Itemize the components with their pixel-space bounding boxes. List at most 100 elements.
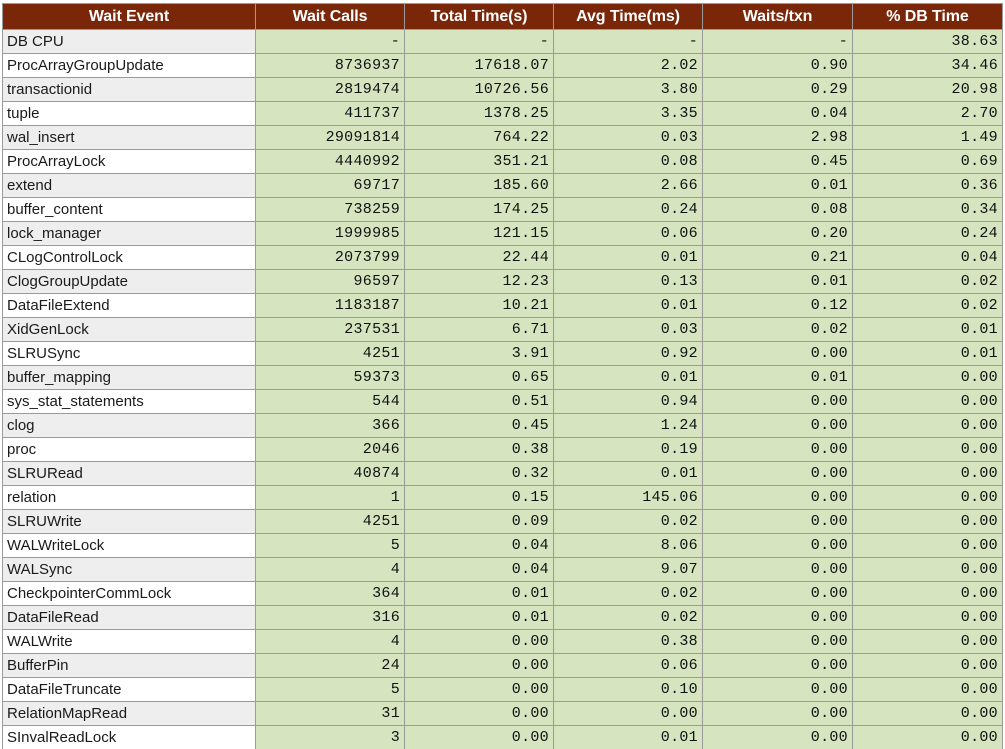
cell-wait-event: XidGenLock — [2, 317, 256, 342]
cell-avg: 0.02 — [553, 581, 703, 606]
cell-wait-event: DataFileRead — [2, 605, 256, 630]
table-row: RelationMapRead 31 0.00 0.00 0.00 0.00 — [2, 701, 1003, 726]
cell-avg: 0.00 — [553, 701, 703, 726]
cell-avg: 0.01 — [553, 245, 703, 270]
table-body: DB CPU - - - -38.63 ProcArrayGroupUpdate 87369… — [2, 29, 1003, 749]
column-header-avg[interactable]: Avg Time(ms) — [553, 3, 703, 30]
table-row: clog 366 0.45 1.24 0.00 0.00 — [2, 413, 1003, 438]
cell-calls: 4 — [255, 629, 405, 654]
table-row: transactionid 2819474 10726.56 3.80 0.29 20.9… — [2, 77, 1003, 102]
table-row: ClogGroupUpdate 96597 12.23 0.13 0.01 0.02 — [2, 269, 1003, 294]
cell-wtx: 0.29 — [702, 77, 853, 102]
table-row: DataFileExtend 1183187 10.21 0.01 0.12 0.02 — [2, 293, 1003, 318]
cell-wait-event: WALSync — [2, 557, 256, 582]
cell-wtx: 0.00 — [702, 485, 853, 510]
cell-wait-event: WALWrite — [2, 629, 256, 654]
cell-avg: 0.02 — [553, 605, 703, 630]
cell-total: 0.00 — [404, 701, 554, 726]
cell-total: 0.00 — [404, 629, 554, 654]
cell-wtx: 0.02 — [702, 317, 853, 342]
cell-calls: 5 — [255, 533, 405, 558]
cell-total: 1378.25 — [404, 101, 554, 126]
cell-calls: 366 — [255, 413, 405, 438]
table-row: BufferPin 24 0.00 0.06 0.00 0.00 — [2, 653, 1003, 678]
cell-wtx: 0.20 — [702, 221, 853, 246]
table-row: lock_manager 1999985 121.15 0.06 0.20 0.24 — [2, 221, 1003, 246]
column-header-pct[interactable]: % DB Time — [852, 3, 1003, 30]
column-header-event[interactable]: Wait Event — [2, 3, 256, 30]
cell-wtx: 0.00 — [702, 581, 853, 606]
cell-pct: 0.00 — [852, 677, 1003, 702]
cell-wait-event: SLRUSync — [2, 341, 256, 366]
cell-avg: 0.06 — [553, 221, 703, 246]
cell-wait-event: transactionid — [2, 77, 256, 102]
cell-wait-event: SLRUWrite — [2, 509, 256, 534]
cell-calls: 1999985 — [255, 221, 405, 246]
cell-calls: 96597 — [255, 269, 405, 294]
cell-wait-event: SInvalReadLock — [2, 725, 256, 749]
cell-wtx: 0.01 — [702, 365, 853, 390]
cell-total: 17618.07 — [404, 53, 554, 78]
cell-pct: 0.01 — [852, 341, 1003, 366]
cell-calls: 24 — [255, 653, 405, 678]
table-row: WALSync 4 0.04 9.07 0.00 0.00 — [2, 557, 1003, 582]
cell-wtx: 0.00 — [702, 413, 853, 438]
cell-calls: 4251 — [255, 509, 405, 534]
cell-total: 0.45 — [404, 413, 554, 438]
cell-pct: 0.04 — [852, 245, 1003, 270]
cell-calls: 544 — [255, 389, 405, 414]
cell-calls: 29091814 — [255, 125, 405, 150]
cell-avg: 3.35 — [553, 101, 703, 126]
cell-avg: 1.24 — [553, 413, 703, 438]
cell-total: 12.23 — [404, 269, 554, 294]
cell-total: 0.38 — [404, 437, 554, 462]
cell-pct: 0.00 — [852, 629, 1003, 654]
cell-wtx: 0.00 — [702, 605, 853, 630]
table-row: SLRURead 40874 0.32 0.01 0.00 0.00 — [2, 461, 1003, 486]
table-row: CheckpointerCommLock 364 0.01 0.02 0.00 0.00 — [2, 581, 1003, 606]
cell-avg: 9.07 — [553, 557, 703, 582]
cell-total: 351.21 — [404, 149, 554, 174]
column-header-wtx[interactable]: Waits/txn — [702, 3, 853, 30]
cell-calls: 5 — [255, 677, 405, 702]
cell-calls: 3 — [255, 725, 405, 749]
cell-wait-event: SLRURead — [2, 461, 256, 486]
cell-wait-event: RelationMapRead — [2, 701, 256, 726]
cell-total: 22.44 — [404, 245, 554, 270]
cell-calls: 2073799 — [255, 245, 405, 270]
table-row: WALWrite 4 0.00 0.38 0.00 0.00 — [2, 629, 1003, 654]
cell-wait-event: ProcArrayLock — [2, 149, 256, 174]
cell-wait-event: DataFileTruncate — [2, 677, 256, 702]
column-header-total[interactable]: Total Time(s) — [404, 3, 554, 30]
cell-wtx: 0.00 — [702, 389, 853, 414]
table-row: ProcArrayGroupUpdate 8736937 17618.07 2.02 0… — [2, 53, 1003, 78]
cell-calls: 4 — [255, 557, 405, 582]
table-header-row: Wait Event Wait Calls Total Time(s) Avg Tim… — [2, 3, 1003, 30]
cell-avg: 0.03 — [553, 125, 703, 150]
cell-avg: 0.01 — [553, 365, 703, 390]
cell-calls: 59373 — [255, 365, 405, 390]
cell-avg: 0.24 — [553, 197, 703, 222]
cell-total: 0.65 — [404, 365, 554, 390]
column-header-calls[interactable]: Wait Calls — [255, 3, 405, 30]
cell-pct: 0.00 — [852, 509, 1003, 534]
cell-pct: 0.02 — [852, 269, 1003, 294]
cell-wtx: 0.00 — [702, 461, 853, 486]
cell-avg: 2.02 — [553, 53, 703, 78]
cell-calls: 1 — [255, 485, 405, 510]
cell-pct: 0.00 — [852, 581, 1003, 606]
cell-avg: 0.01 — [553, 725, 703, 749]
cell-total: 0.00 — [404, 725, 554, 749]
wait-events-table-container: Wait Event Wait Calls Total Time(s) Avg Tim… — [0, 0, 1005, 749]
cell-wtx: 0.00 — [702, 677, 853, 702]
table-row: buffer_content 738259 174.25 0.24 0.08 0.34 — [2, 197, 1003, 222]
cell-wait-event: ClogGroupUpdate — [2, 269, 256, 294]
cell-calls: 738259 — [255, 197, 405, 222]
cell-wtx: 2.98 — [702, 125, 853, 150]
table-row: proc 2046 0.38 0.19 0.00 0.00 — [2, 437, 1003, 462]
cell-avg: 0.10 — [553, 677, 703, 702]
cell-wait-event: CLogControlLock — [2, 245, 256, 270]
cell-pct: 0.00 — [852, 413, 1003, 438]
cell-pct: 0.00 — [852, 533, 1003, 558]
cell-calls: 2819474 — [255, 77, 405, 102]
